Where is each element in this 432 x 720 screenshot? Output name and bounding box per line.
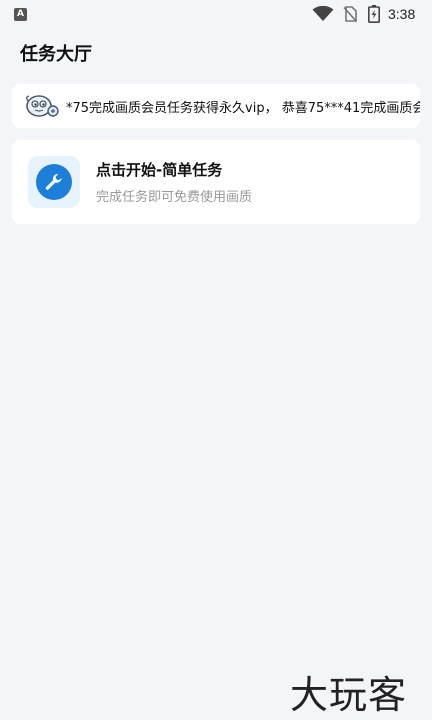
- mascot-icon: [26, 95, 59, 117]
- watermark-logo: 大玩客: [290, 673, 408, 717]
- wrench-icon: [45, 174, 62, 190]
- wifi-icon: [312, 6, 334, 21]
- task-icon-badge: [36, 164, 72, 200]
- app-notification-icon: A: [14, 8, 27, 21]
- no-sim-icon: [343, 6, 357, 22]
- status-bar: A 3:38: [0, 0, 432, 28]
- task-title: 点击开始-简单任务: [96, 161, 223, 179]
- status-time: 3:38: [388, 6, 416, 22]
- task-subtitle: 完成任务即可免费使用画质: [96, 190, 253, 205]
- task-card-simple[interactable]: 点击开始-简单任务 完成任务即可免费使用画质: [12, 140, 420, 224]
- page-title: 任务大厅: [20, 44, 92, 65]
- notice-text: *75完成画质会员任务获得永久vip， 恭喜75***41完成画质会: [66, 101, 420, 116]
- notice-marquee: *75完成画质会员任务获得永久vip， 恭喜75***41完成画质会: [12, 84, 420, 128]
- battery-charging-icon: [368, 5, 380, 23]
- task-icon-tile: [28, 156, 80, 208]
